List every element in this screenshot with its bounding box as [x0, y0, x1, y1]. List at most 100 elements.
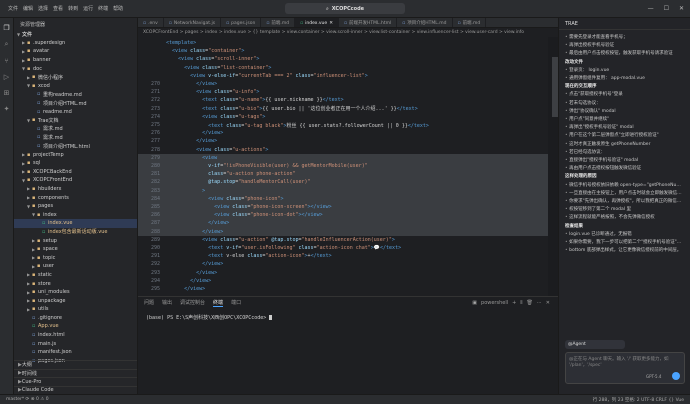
tree-item[interactable]: ▼ ▪ XCOPCFrontEnd: [14, 176, 137, 185]
status-right[interactable]: 行 288，列 23 空格: 2 UTF-8 CRLF {} Vue: [593, 397, 684, 403]
code-line[interactable]: 293 </view>: [138, 269, 548, 277]
explorer-bottom-section[interactable]: ▶ Claude Code: [14, 385, 137, 395]
code-line[interactable]: 282 @tap.stop="handleMentorCall(user)": [138, 178, 548, 187]
breadcrumb[interactable]: XCOPCFrontEnd > pages > index > index.vu…: [138, 28, 558, 37]
code-line[interactable]: 288 </view>: [138, 227, 548, 236]
menu-item[interactable]: 文件: [8, 5, 18, 12]
code-line[interactable]: 287 </view>: [138, 219, 548, 228]
code-line[interactable]: <view v-else-if="currentTab === 2" class…: [138, 72, 548, 80]
tree-item[interactable]: ▫ manifest.json: [14, 348, 137, 357]
code-line[interactable]: 284 <view class="phone-icon">: [138, 194, 548, 203]
tree-item[interactable]: ▶ ▪ banner: [14, 56, 137, 65]
code-line[interactable]: 295 </view>: [138, 285, 548, 293]
tree-item[interactable]: ▶ ▪ space: [14, 245, 137, 254]
editor-tab[interactable]: ▫ NetworkNavigat.js: [164, 18, 222, 27]
tree-item[interactable]: ▫ 需求.md: [14, 133, 137, 142]
status-left[interactable]: master* ⟳ ⊗ 0 ⚠ 0: [6, 397, 49, 402]
tree-item[interactable]: ▼ ▪ pages: [14, 202, 137, 211]
code-line[interactable]: 277 </view>: [138, 137, 548, 145]
panel-tab[interactable]: 问题: [144, 299, 154, 306]
model-selector[interactable]: GPT-5.4: [646, 374, 661, 379]
code-line[interactable]: 294 </view>: [138, 277, 548, 285]
editor-tab[interactable]: ▫ pages.json: [221, 18, 262, 27]
code-line[interactable]: 292 </view>: [138, 260, 548, 268]
tree-item[interactable]: ▶ ▪ hbuilderx: [14, 185, 137, 194]
explorer-bottom-section[interactable]: ▶ 时间线: [14, 368, 137, 378]
split-terminal-icon[interactable]: ⫴: [520, 300, 522, 306]
code-line[interactable]: <template>: [138, 39, 548, 47]
explorer-bottom-section[interactable]: ▶ 大纲: [14, 360, 137, 369]
tree-item[interactable]: ▫ readme.md: [14, 107, 137, 116]
code-line[interactable]: 276 </view>: [138, 129, 548, 137]
editor-tab[interactable]: ▫ 前端.md: [453, 18, 487, 27]
tree-item[interactable]: ▶ ▪ avatar: [14, 47, 137, 56]
menu-item[interactable]: 运行: [83, 5, 93, 12]
code-line[interactable]: 280 v-if="!isPhoneVisible(user) && getMe…: [138, 162, 548, 171]
code-line[interactable]: 291 <text v-else class="action-icon">+</…: [138, 252, 548, 260]
tree-item[interactable]: ▶ ▪ 微信小程序: [14, 73, 137, 82]
code-line[interactable]: <view class="container">: [138, 47, 548, 55]
explorer-icon[interactable]: ❐: [3, 24, 9, 32]
agent-selector[interactable]: @Agent: [565, 340, 625, 349]
menu-item[interactable]: 终端: [98, 5, 108, 12]
close-icon[interactable]: ✕: [679, 5, 684, 12]
maximize-icon[interactable]: ☐: [664, 5, 669, 12]
tree-item[interactable]: ▶ ▪ static: [14, 271, 137, 280]
code-line[interactable]: 275 <text class="u-tag black">粉丝 {{ user…: [138, 121, 548, 129]
tree-item[interactable]: ▫ .gitignore: [14, 314, 137, 323]
tree-item[interactable]: ▶ ▪ topic: [14, 253, 137, 262]
tree-item[interactable]: ▫ index包含最新话动版.vue: [14, 228, 137, 237]
tree-item[interactable]: ▫ index.vue: [14, 219, 137, 228]
tree-item[interactable]: ▶ ▪ XCOPCBackEnd: [14, 168, 137, 177]
code-line[interactable]: 270 </view>: [138, 80, 548, 88]
tree-item[interactable]: ▫ 重构readme.md: [14, 90, 137, 99]
close-panel-icon[interactable]: ✕: [546, 300, 550, 306]
code-line[interactable]: 278 <view class="u-actions">: [138, 146, 548, 154]
trash-icon[interactable]: 🗑: [526, 300, 532, 306]
tree-item[interactable]: ▫ 项目介绍HTML.md: [14, 99, 137, 108]
code-line[interactable]: 283 >: [138, 186, 548, 195]
tree-item[interactable]: ▫ index.html: [14, 331, 137, 340]
extensions-icon[interactable]: ⊞: [4, 89, 10, 97]
debug-icon[interactable]: ▷: [4, 73, 9, 81]
add-terminal-icon[interactable]: +: [512, 300, 516, 306]
code-line[interactable]: 285 <view class="phone-icon-screen"></vi…: [138, 203, 548, 212]
tree-item[interactable]: ▫ 项目介绍HTML.html: [14, 142, 137, 151]
code-line[interactable]: 279 <view: [138, 153, 548, 162]
editor-tab[interactable]: ▫ 前端.md: [261, 18, 296, 27]
explorer-section[interactable]: ▼ 文件: [14, 30, 137, 39]
tree-item[interactable]: ▶ ▪ sql: [14, 159, 137, 168]
editor-tab[interactable]: ▫ .env: [138, 18, 164, 27]
panel-tab[interactable]: 输出: [162, 299, 172, 306]
explorer-bottom-section[interactable]: ▶ Cue-Pro: [14, 377, 137, 386]
menu-item[interactable]: 选择: [38, 5, 48, 12]
tree-item[interactable]: ▶ ▪ setup: [14, 236, 137, 245]
search-icon[interactable]: ⌕: [5, 40, 9, 49]
tree-item[interactable]: ▫ 需求.md: [14, 125, 137, 134]
menu-item[interactable]: 查看: [53, 5, 63, 12]
tree-item[interactable]: ▶ ▪ store: [14, 279, 137, 288]
send-icon[interactable]: [672, 372, 680, 380]
panel-tab[interactable]: 调试控制台: [180, 299, 205, 306]
tree-item[interactable]: ▼ ▪ xcod: [14, 82, 137, 91]
ai-chat-icon[interactable]: ✦: [4, 105, 10, 113]
code-line[interactable]: 289 <view class="u-action" @tap.stop="ha…: [138, 236, 548, 244]
tree-item[interactable]: ▶ ▪ projectTemp: [14, 150, 137, 159]
source-control-icon[interactable]: ⑂: [4, 57, 8, 65]
panel-tab[interactable]: 端口: [231, 299, 241, 306]
tree-item[interactable]: ▼ ▪ Trae文档: [14, 116, 137, 125]
code-line[interactable]: 273 <text class="u-bio">{{ user.bio || '…: [138, 105, 548, 113]
menu-item[interactable]: 帮助: [113, 5, 123, 12]
code-line[interactable]: 271 <view class="u-info">: [138, 88, 548, 96]
tree-item[interactable]: ▼ ▪ doc: [14, 64, 137, 73]
code-line[interactable]: 290 <text v-if="user.isFollowing" class=…: [138, 244, 548, 252]
panel-tab[interactable]: 终端: [213, 299, 224, 307]
editor-tab[interactable]: ▫ 前端开发HTML.html: [339, 18, 398, 27]
command-center-search[interactable]: ⌕ XCOPCcode: [285, 3, 405, 14]
tree-item[interactable]: ▶ ▪ utils: [14, 305, 137, 314]
code-line[interactable]: <view class="list-container">: [138, 64, 548, 72]
code-line[interactable]: <view class="scroll-inner">: [138, 55, 548, 63]
tree-item[interactable]: ▶ ▪ uni_modules: [14, 288, 137, 297]
tree-item[interactable]: ▶ ▪ unpackage: [14, 296, 137, 305]
code-line[interactable]: 281 class="u-action phone-action": [138, 170, 548, 179]
